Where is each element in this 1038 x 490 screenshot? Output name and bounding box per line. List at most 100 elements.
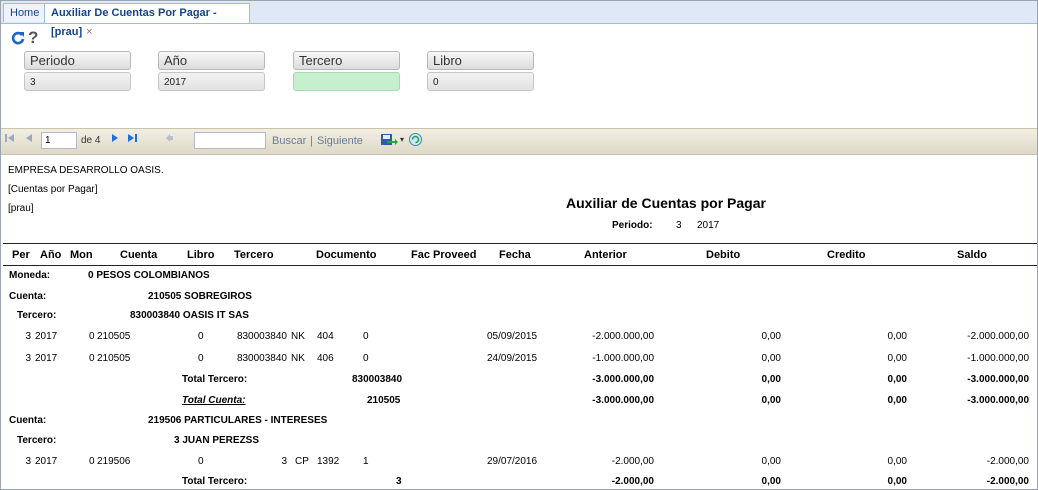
report-title: Auxiliar de Cuentas por Pagar: [566, 195, 766, 211]
cell-anio: 2017: [35, 331, 58, 342]
col-anterior: Anterior: [584, 249, 627, 261]
libro-field[interactable]: 0: [427, 72, 534, 91]
total-saldo: -3.000.000,00: [967, 374, 1029, 385]
tercero-label: Tercero: [293, 51, 400, 70]
col-credito: Credito: [827, 249, 866, 261]
export-save-icon[interactable]: [381, 134, 399, 150]
cell-credito: 0,00: [887, 456, 907, 467]
cell-saldo: -1.000.000,00: [967, 353, 1029, 364]
col-debito: Debito: [706, 249, 741, 261]
cell-docn: 1: [363, 456, 369, 467]
periodo-field[interactable]: 3: [24, 72, 131, 91]
cell-anio: 2017: [35, 353, 58, 364]
next-page-icon[interactable]: [111, 133, 119, 146]
cell-anterior: -1.000.000,00: [592, 353, 654, 364]
cell-anterior: -2.000.000,00: [592, 331, 654, 342]
total-credito: 0,00: [887, 374, 907, 385]
periodo-year: 2017: [697, 220, 720, 231]
close-tab-icon[interactable]: ×: [86, 26, 92, 38]
cell-debito: 0,00: [761, 353, 781, 364]
total-tercero-code: 3: [396, 476, 402, 487]
total-cuenta-caption: Total Cuenta:: [182, 395, 246, 406]
cell-per: 3: [25, 353, 31, 364]
total-anterior: -3.000.000,00: [592, 374, 654, 385]
col-cuenta: Cuenta: [120, 249, 158, 261]
total-cuenta-anterior: -3.000.000,00: [592, 395, 654, 406]
anio-label: Año: [158, 51, 265, 70]
cell-mon: 0: [89, 353, 95, 364]
cell-libro: 0: [198, 353, 204, 364]
cell-docn: 0: [363, 331, 369, 342]
cell-libro: 0: [198, 331, 204, 342]
col-tercero: Tercero: [234, 249, 274, 261]
moneda-value: 0 PESOS COLOMBIANOS: [88, 270, 210, 281]
cell-mon: 0: [89, 456, 95, 467]
total-cuenta-credito: 0,00: [887, 395, 907, 406]
next-link[interactable]: Siguiente: [317, 135, 363, 147]
search-input[interactable]: [194, 132, 266, 149]
col-anio: Año: [40, 249, 62, 261]
col-per: Per: [12, 249, 30, 261]
cell-anio: 2017: [35, 456, 58, 467]
cuenta-value: 219506 PARTICULARES - INTERESES: [148, 415, 328, 426]
anio-field[interactable]: 2017: [158, 72, 265, 91]
cell-credito: 0,00: [887, 353, 907, 364]
company-name: EMPRESA DESARROLLO OASIS.: [8, 165, 164, 176]
total-saldo: -2.000,00: [986, 476, 1029, 487]
libro-label: Libro: [427, 51, 534, 70]
last-page-icon[interactable]: [127, 133, 138, 146]
cell-credito: 0,00: [887, 331, 907, 342]
back-to-parent-icon[interactable]: [164, 133, 174, 146]
report-subtitle: [Cuentas por Pagar]: [8, 184, 98, 195]
col-libro: Libro: [187, 249, 215, 261]
col-saldo: Saldo: [957, 249, 987, 261]
cell-fecha: 05/09/2015: [487, 331, 538, 342]
col-mon: Mon: [70, 249, 93, 261]
cell-libro: 0: [198, 456, 204, 467]
cell-debito: 0,00: [761, 456, 781, 467]
cell-doc: 404: [317, 331, 334, 342]
total-cuenta-saldo: -3.000.000,00: [967, 395, 1029, 406]
cell-cuenta: 210505: [97, 331, 131, 342]
header-bottom-rule: [3, 265, 1037, 266]
tercero-value: 830003840 OASIS IT SAS: [130, 310, 249, 321]
cell-tercero: 830003840: [236, 331, 287, 342]
search-link[interactable]: Buscar: [272, 135, 306, 147]
toolbar-separator: |: [310, 135, 313, 147]
cell-docn: 0: [363, 353, 369, 364]
export-dropdown-icon[interactable]: ▾: [400, 135, 404, 144]
total-tercero-caption: Total Tercero:: [182, 476, 248, 487]
cell-per: 3: [25, 456, 31, 467]
cell-cuenta: 219506: [97, 456, 131, 467]
app-window: Home Auxiliar De Cuentas Por Pagar -[pra…: [0, 0, 1038, 490]
cuenta-value: 210505 SOBREGIROS: [148, 291, 252, 302]
cell-mon: 0: [89, 331, 95, 342]
refresh-report-icon[interactable]: [409, 133, 422, 149]
total-cuenta-debito: 0,00: [761, 395, 781, 406]
cell-saldo: -2.000,00: [986, 456, 1029, 467]
refresh-icon[interactable]: [11, 29, 25, 50]
report-user: [prau]: [8, 203, 34, 214]
total-tercero-code: 830003840: [352, 374, 403, 385]
tab-bar: Home Auxiliar De Cuentas Por Pagar -[pra…: [1, 1, 1037, 38]
cell-doc: 1392: [317, 456, 340, 467]
tercero-value: 3 JUAN PEREZSS: [174, 435, 260, 446]
prev-page-icon[interactable]: [25, 133, 33, 146]
cell-tipo: NK: [291, 331, 305, 342]
cell-fecha: 24/09/2015: [487, 353, 538, 364]
periodo-value: 3: [676, 220, 682, 231]
page-number-input[interactable]: 1: [41, 132, 77, 149]
report-toolbar: 1 de 4 Buscar | Siguiente ▾: [1, 128, 1037, 155]
tercero-field[interactable]: [293, 72, 400, 91]
total-tercero-caption: Total Tercero:: [182, 374, 248, 385]
tab-auxiliar-cuentas[interactable]: Auxiliar De Cuentas Por Pagar -[prau] ×: [44, 3, 250, 38]
cell-per: 3: [25, 331, 31, 342]
header-top-rule: [3, 243, 1037, 244]
tab-home[interactable]: Home: [3, 3, 47, 22]
cell-tipo: NK: [291, 353, 305, 364]
cell-tercero: 3: [281, 456, 287, 467]
col-fac-proveed: Fac Proveed: [411, 249, 477, 261]
first-page-icon[interactable]: [5, 133, 15, 146]
page-count: de 4: [81, 135, 101, 146]
help-icon[interactable]: ?: [28, 28, 38, 48]
